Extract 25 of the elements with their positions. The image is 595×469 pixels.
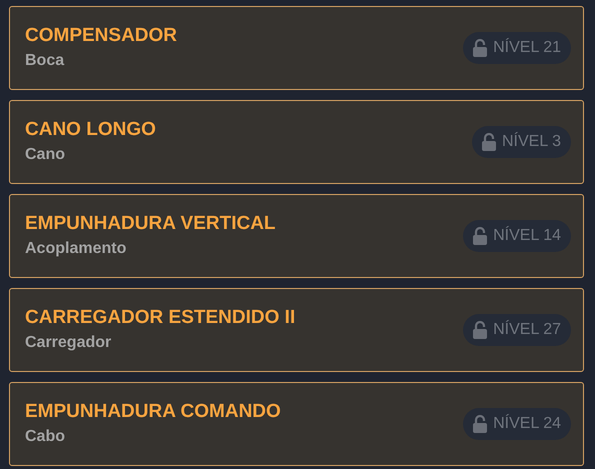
attachment-card[interactable]: CARREGADOR ESTENDIDO II Carregador NÍVEL 27 bbox=[9, 288, 584, 372]
attachment-slot: Cabo bbox=[25, 426, 281, 448]
attachment-name: CANO LONGO bbox=[25, 118, 156, 142]
attachment-name: COMPENSADOR bbox=[25, 24, 178, 48]
level-text: NÍVEL 27 bbox=[493, 319, 561, 340]
attachment-card[interactable]: EMPUNHADURA COMANDO Cabo NÍVEL 24 bbox=[9, 382, 584, 466]
attachment-card[interactable]: EMPUNHADURA VERTICAL Acoplamento NÍVEL 14 bbox=[9, 194, 584, 278]
unlocked-padlock-icon bbox=[482, 133, 496, 151]
attachment-slot: Cano bbox=[25, 144, 156, 166]
level-text: NÍVEL 3 bbox=[502, 131, 561, 152]
unlocked-padlock-icon bbox=[473, 415, 488, 433]
attachment-slot: Carregador bbox=[25, 332, 296, 354]
level-text: NÍVEL 14 bbox=[493, 225, 561, 246]
attachment-card[interactable]: CANO LONGO Cano NÍVEL 3 bbox=[9, 100, 584, 184]
unlocked-padlock-icon bbox=[473, 321, 488, 339]
attachment-name: CARREGADOR ESTENDIDO II bbox=[25, 306, 296, 330]
unlocked-padlock-icon bbox=[473, 227, 488, 245]
attachment-slot: Acoplamento bbox=[25, 238, 276, 260]
attachment-name: EMPUNHADURA COMANDO bbox=[25, 400, 281, 424]
attachment-slot: Boca bbox=[25, 50, 178, 72]
unlocked-padlock-icon bbox=[473, 39, 488, 57]
attachment-card[interactable]: COMPENSADOR Boca NÍVEL 21 bbox=[9, 6, 584, 90]
attachment-name: EMPUNHADURA VERTICAL bbox=[25, 212, 276, 236]
level-text: NÍVEL 21 bbox=[493, 37, 561, 58]
level-text: NÍVEL 24 bbox=[493, 413, 561, 434]
